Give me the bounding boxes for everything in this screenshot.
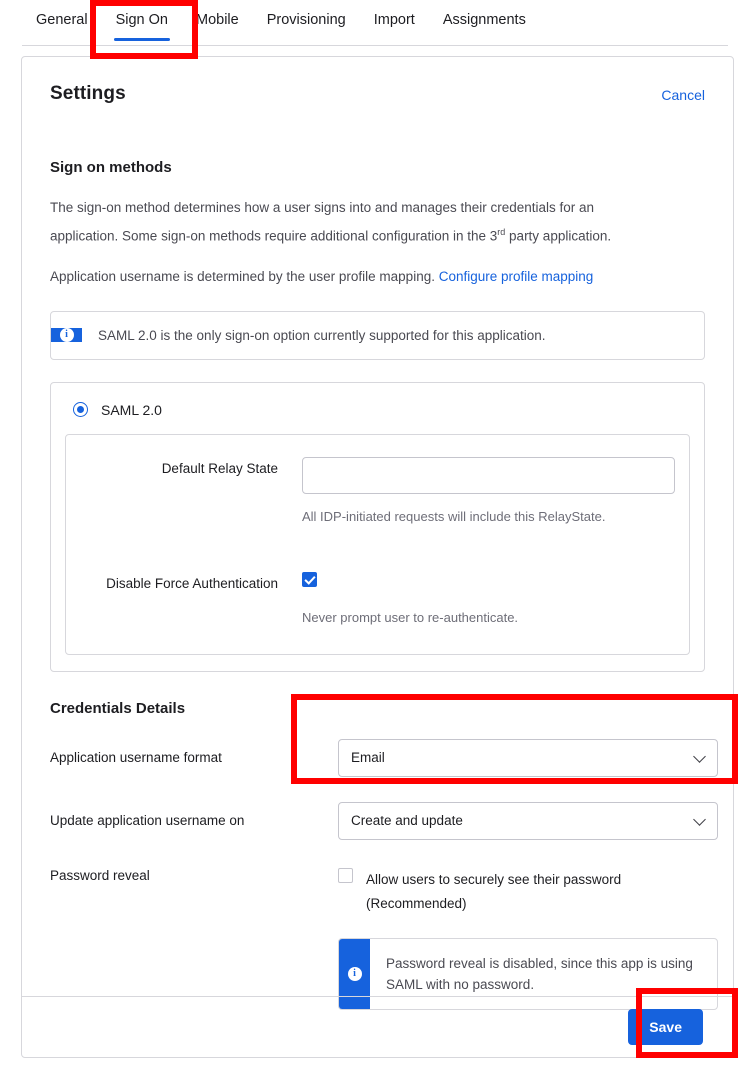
password-reveal-label: Password reveal	[50, 867, 150, 883]
page-title: Settings	[50, 83, 126, 104]
saml-radio-row[interactable]: SAML 2.0	[65, 399, 690, 418]
card-footer: Save	[22, 996, 733, 1057]
saml-radio-button[interactable]	[73, 402, 88, 417]
default-relay-state-control: All IDP-initiated requests will include …	[302, 456, 689, 527]
sign-on-description: The sign-on method determines how a user…	[50, 196, 650, 249]
sign-on-settings-page: General Sign On Mobile Provisioning Impo…	[0, 0, 750, 1070]
tab-import-label: Import	[373, 12, 415, 28]
default-relay-state-row: Default Relay State All IDP-initiated re…	[66, 456, 689, 527]
update-application-username-row: Update application username on Create an…	[50, 801, 718, 840]
default-relay-state-hint: All IDP-initiated requests will include …	[302, 508, 606, 524]
settings-card: Settings Cancel Sign on methods The sign…	[21, 56, 734, 1058]
card-body: Sign on methods The sign-on method deter…	[22, 159, 733, 1010]
sign-on-method-box: SAML 2.0 Default Relay State All IDP-ini…	[50, 381, 705, 672]
info-icon: i	[59, 328, 74, 342]
disable-force-auth-row: Disable Force Authentication Never promp…	[66, 571, 689, 628]
tab-general-label: General	[36, 12, 88, 28]
sign-on-methods-heading: Sign on methods	[50, 159, 172, 176]
password-reveal-control: Allow users to securely see their passwo…	[338, 862, 718, 1010]
default-relay-state-input[interactable]	[302, 456, 675, 494]
tab-mobile-label: Mobile	[196, 12, 239, 28]
saml-info-banner-message: SAML 2.0 is the only sign-on option curr…	[98, 327, 546, 343]
info-banner-accent-bar: i	[51, 328, 82, 342]
saml-radio-label: SAML 2.0	[101, 401, 162, 418]
update-application-username-control: Create and update	[338, 801, 718, 840]
saml-config-panel: Default Relay State All IDP-initiated re…	[65, 433, 690, 655]
card-header: Settings Cancel	[22, 57, 733, 123]
tabbar-divider	[22, 45, 728, 46]
disable-force-auth-label: Disable Force Authentication	[106, 575, 278, 591]
tab-mobile[interactable]: Mobile	[182, 0, 253, 41]
cancel-button[interactable]: Cancel	[661, 87, 705, 103]
save-button[interactable]: Save	[628, 1009, 703, 1045]
password-reveal-checkbox[interactable]	[338, 867, 353, 883]
tab-assignments-label: Assignments	[442, 12, 526, 28]
disable-force-auth-checkbox[interactable]	[302, 571, 317, 587]
configure-profile-mapping-link[interactable]: Configure profile mapping	[439, 269, 594, 284]
password-reveal-checkbox-label: Allow users to securely see their passwo…	[366, 871, 622, 911]
saml-info-banner: i SAML 2.0 is the only sign-on option cu…	[50, 310, 705, 360]
info-icon: i	[347, 966, 362, 981]
tab-provisioning-label: Provisioning	[266, 12, 346, 28]
application-username-format-select[interactable]: Email	[338, 738, 718, 777]
application-username-format-control: Email	[338, 738, 718, 777]
password-reveal-row: Password reveal Allow users to securely …	[50, 862, 718, 1010]
chevron-down-icon	[693, 749, 706, 763]
username-mapping-note: Application username is determined by th…	[50, 265, 650, 289]
disable-force-auth-hint: Never prompt user to re-authenticate.	[302, 609, 519, 625]
application-username-format-row: Application username format Email	[50, 738, 718, 777]
sign-on-description-part-b: party application.	[505, 228, 612, 244]
default-relay-state-label: Default Relay State	[161, 460, 278, 476]
credentials-details-heading: Credentials Details	[50, 699, 186, 717]
tab-assignments[interactable]: Assignments	[429, 0, 540, 41]
application-username-format-label: Application username format	[50, 749, 222, 765]
password-reveal-checkbox-row[interactable]: Allow users to securely see their passwo…	[338, 862, 718, 916]
tab-sign-on-label: Sign On	[115, 12, 168, 28]
update-application-username-value: Create and update	[351, 813, 463, 828]
tab-sign-on[interactable]: Sign On	[102, 0, 182, 41]
tab-provisioning[interactable]: Provisioning	[253, 0, 360, 41]
update-application-username-label: Update application username on	[50, 812, 245, 828]
username-mapping-text: Application username is determined by th…	[50, 268, 439, 284]
app-tabs: General Sign On Mobile Provisioning Impo…	[0, 0, 750, 45]
update-application-username-select[interactable]: Create and update	[338, 801, 718, 840]
disable-force-auth-control: Never prompt user to re-authenticate.	[302, 571, 689, 628]
chevron-down-icon	[693, 812, 706, 826]
tab-import[interactable]: Import	[360, 0, 429, 41]
application-username-format-value: Email	[351, 750, 385, 765]
tab-general[interactable]: General	[22, 0, 102, 41]
